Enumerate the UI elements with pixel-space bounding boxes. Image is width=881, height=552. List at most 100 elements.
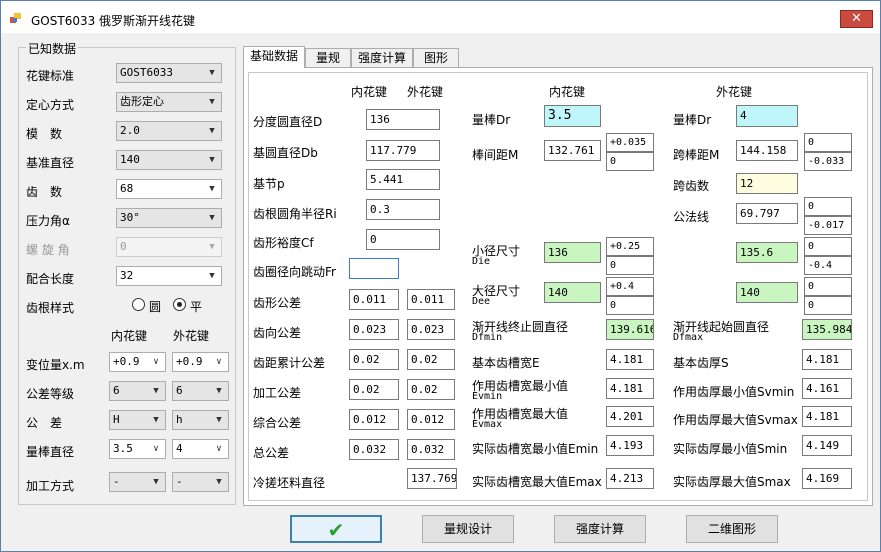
2d-graph-button[interactable]: 二维图形	[686, 515, 778, 543]
process-inner-select[interactable]: - ▼	[109, 472, 166, 492]
chevron-down-icon: ▼	[209, 242, 215, 252]
root-round-radio[interactable]	[132, 298, 145, 311]
runout-field[interactable]	[349, 258, 399, 279]
between-pins-upper-dev[interactable]: +0.035	[606, 133, 654, 152]
basic-outer-header: 外花键	[407, 85, 444, 99]
root-flat-radio[interactable]	[173, 298, 186, 311]
module-value: 2.0	[120, 124, 140, 137]
centering-label: 定心方式	[26, 98, 75, 112]
inner-pin-field[interactable]: 3.5	[544, 105, 601, 127]
inner-minor-upper-dev[interactable]: +0.25	[606, 237, 654, 256]
tab-graph[interactable]: 图形	[413, 48, 459, 68]
fit-length-input[interactable]: 32 ▼	[116, 266, 222, 286]
tab-strength[interactable]: 强度计算	[351, 48, 413, 68]
process-outer-select[interactable]: - ▼	[172, 472, 229, 492]
outer-major-field[interactable]: 140	[736, 282, 798, 303]
tolerance-inner-select[interactable]: H ▼	[109, 410, 166, 430]
base-diameter-field[interactable]: 117.779	[366, 140, 440, 161]
pressure-angle-select[interactable]: 30° ▼	[116, 208, 222, 228]
ok-button[interactable]: ✔	[290, 515, 382, 543]
act-thick-min-field[interactable]: 4.149	[802, 435, 852, 456]
pitch-tol-outer-field[interactable]: 0.02	[407, 349, 455, 370]
involute-end-field[interactable]: 139.616	[606, 319, 654, 340]
inner-major-lower-dev[interactable]: 0	[606, 296, 654, 315]
chevron-down-icon: ▼	[153, 477, 159, 487]
chevron-down-icon: ▼	[153, 386, 159, 396]
col-inner-header: 内花键	[111, 329, 148, 343]
composite-tol-inner-field[interactable]: 0.012	[349, 409, 399, 430]
ref-diameter-select[interactable]: 140 ▼	[116, 150, 222, 170]
close-button[interactable]: ✕	[840, 10, 873, 28]
outer-minor-field[interactable]: 135.6	[736, 242, 798, 263]
machining-tol-inner-field[interactable]: 0.02	[349, 379, 399, 400]
tolerance-inner-value: H	[113, 413, 120, 426]
basic-space-label: 基本齿槽宽E	[472, 356, 540, 370]
centering-select[interactable]: 齿形定心 ▼	[116, 92, 222, 112]
act-space-min-field[interactable]: 4.193	[606, 435, 654, 456]
involute-start-field[interactable]: 135.984	[802, 319, 852, 340]
basic-thickness-field[interactable]: 4.181	[802, 349, 852, 370]
teeth-input[interactable]: 68 ▼	[116, 179, 222, 199]
act-space-max-field[interactable]: 4.213	[606, 468, 654, 489]
root-radius-field[interactable]: 0.3	[366, 199, 440, 220]
base-pitch-field[interactable]: 5.441	[366, 169, 440, 190]
eff-thick-min-field[interactable]: 4.161	[802, 378, 852, 399]
over-pins-upper-dev[interactable]: 0	[804, 133, 852, 152]
outer-pin-field[interactable]: 4	[736, 105, 798, 127]
outer-major-lower-dev[interactable]: 0	[804, 296, 852, 315]
basic-space-field[interactable]: 4.181	[606, 349, 654, 370]
between-pins-lower-dev[interactable]: 0	[606, 152, 654, 171]
common-normal-upper-dev[interactable]: 0	[804, 197, 852, 216]
pitch-tol-inner-field[interactable]: 0.02	[349, 349, 399, 370]
act-thick-max-field[interactable]: 4.169	[802, 468, 852, 489]
total-tol-outer-field[interactable]: 0.032	[407, 439, 455, 460]
blank-diameter-field[interactable]: 137.769	[407, 468, 457, 489]
composite-tol-outer-field[interactable]: 0.012	[407, 409, 455, 430]
common-normal-lower-dev[interactable]: -0.017	[804, 216, 852, 235]
shift-inner-select[interactable]: +0.9 ∨	[109, 352, 166, 372]
act-thick-max-label: 实际齿厚最大值Smax	[673, 475, 791, 489]
tolerance-outer-select[interactable]: h ▼	[172, 410, 229, 430]
over-pins-field[interactable]: 144.158	[736, 140, 798, 161]
pin-dia-outer-select[interactable]: 4 ∨	[172, 439, 229, 459]
chevron-down-icon: ▼	[216, 415, 222, 425]
profile-tol-outer-field[interactable]: 0.011	[407, 289, 455, 310]
tol-grade-inner-select[interactable]: 6 ▼	[109, 381, 166, 401]
basic-thickness-label: 基本齿厚S	[673, 356, 729, 370]
strength-calc-button[interactable]: 强度计算	[554, 515, 646, 543]
inner-major-upper-dev[interactable]: +0.4	[606, 277, 654, 296]
eff-space-min-field[interactable]: 4.181	[606, 378, 654, 399]
pitch-diameter-field[interactable]: 136	[366, 109, 440, 130]
lead-tol-outer-field[interactable]: 0.023	[407, 319, 455, 340]
inner-minor-field[interactable]: 136	[544, 242, 601, 263]
inner-minor-lower-dev[interactable]: 0	[606, 256, 654, 275]
profile-tol-inner-field[interactable]: 0.011	[349, 289, 399, 310]
span-teeth-field[interactable]: 12	[736, 173, 798, 194]
common-normal-field[interactable]: 69.797	[736, 203, 798, 224]
tab-gauge[interactable]: 量规	[305, 48, 351, 68]
inner-pin-label: 量棒Dr	[472, 113, 511, 127]
outer-major-upper-dev[interactable]: 0	[804, 277, 852, 296]
between-pins-field[interactable]: 132.761	[544, 140, 601, 161]
inner-major-field[interactable]: 140	[544, 282, 601, 303]
module-select[interactable]: 2.0 ▼	[116, 121, 222, 141]
chevron-down-icon: ▼	[209, 155, 215, 165]
gauge-design-button[interactable]: 量规设计	[422, 515, 514, 543]
eff-space-max-field[interactable]: 4.201	[606, 406, 654, 427]
eff-thick-max-field[interactable]: 4.181	[802, 406, 852, 427]
machining-tol-outer-field[interactable]: 0.02	[407, 379, 455, 400]
form-clearance-field[interactable]: 0	[366, 229, 440, 250]
pin-dia-inner-select[interactable]: 3.5 ∨	[109, 439, 166, 459]
tab-basic-data[interactable]: 基础数据	[243, 46, 305, 68]
shift-outer-select[interactable]: +0.9 ∨	[172, 352, 229, 372]
spline-standard-select[interactable]: GOST6033 ▼	[116, 63, 222, 83]
main-window: GOST6033 俄罗斯渐开线花键 ✕ 已知数据 花键标准 GOST6033 ▼ …	[0, 0, 881, 552]
over-pins-lower-dev[interactable]: -0.033	[804, 152, 852, 171]
lead-tol-inner-field[interactable]: 0.023	[349, 319, 399, 340]
outer-minor-lower-dev[interactable]: -0.4	[804, 256, 852, 275]
tol-grade-outer-select[interactable]: 6 ▼	[172, 381, 229, 401]
eff-thick-max-label: 作用齿厚最大值Svmax	[673, 413, 798, 427]
total-tol-inner-field[interactable]: 0.032	[349, 439, 399, 460]
outer-minor-upper-dev[interactable]: 0	[804, 237, 852, 256]
act-thick-min-label: 实际齿厚最小值Smin	[673, 442, 788, 456]
